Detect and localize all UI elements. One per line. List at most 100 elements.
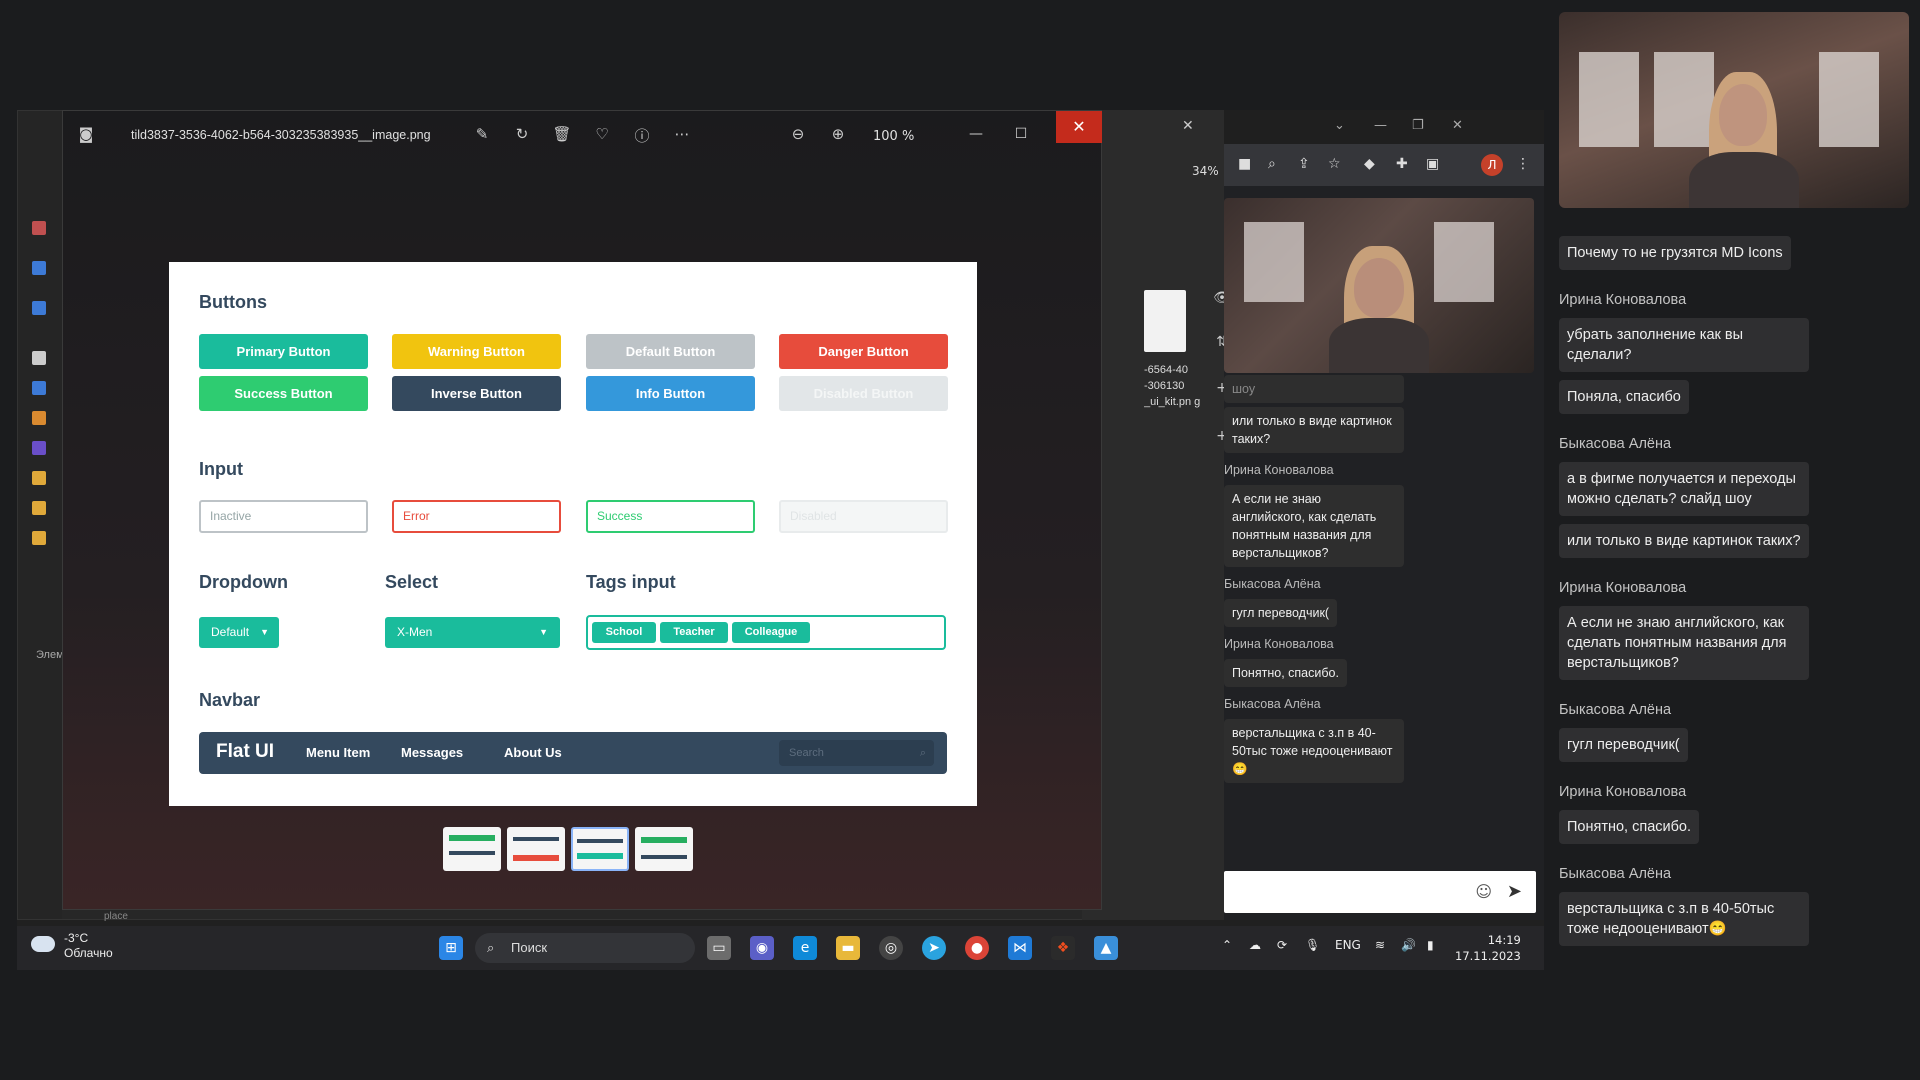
volume-icon[interactable]: 🔊 [1401, 938, 1416, 952]
close-icon[interactable]: ✕ [1182, 118, 1194, 134]
tag-school[interactable]: School [592, 622, 656, 643]
filmstrip-thumb[interactable] [443, 827, 501, 871]
filmstrip-thumb[interactable] [507, 827, 565, 871]
photos-icon[interactable]: ▲ [1094, 936, 1118, 960]
chrome-icon[interactable]: ● [965, 936, 989, 960]
minimize-icon[interactable]: — [1374, 118, 1387, 133]
temperature: -3°C [64, 931, 89, 945]
chat-input[interactable]: ☺ ➤ [1224, 871, 1536, 913]
dropdown-button[interactable]: Default ▼ [199, 617, 279, 648]
zoom-level[interactable]: 100 % [873, 129, 914, 144]
taskbar-search[interactable]: ⌕ Поиск [475, 933, 695, 963]
inactive-input[interactable]: Inactive [199, 500, 368, 533]
inverse-button[interactable]: Inverse Button [392, 376, 561, 411]
tag-teacher[interactable]: Teacher [660, 622, 728, 643]
sidepanel-icon[interactable]: ▣ [1426, 156, 1439, 172]
danger-button[interactable]: Danger Button [779, 334, 948, 369]
navbar-brand[interactable]: Flat UI [216, 741, 274, 763]
task-view-icon[interactable]: ▭ [707, 936, 731, 960]
rotate-icon[interactable]: ↻ [511, 125, 533, 143]
select-value: X-Men [397, 625, 433, 639]
extension-icon[interactable]: ◆ [1364, 156, 1375, 172]
info-button[interactable]: Info Button [586, 376, 755, 411]
start-icon[interactable]: ⊞ [439, 936, 463, 960]
restore-icon[interactable]: ❐ [1412, 118, 1424, 133]
menu-icon[interactable]: ⋮ [1516, 156, 1530, 172]
edge-icon[interactable]: e [793, 936, 817, 960]
folder-icon[interactable] [32, 381, 46, 395]
navbar-search[interactable]: Search ⌕ [779, 740, 934, 766]
default-button[interactable]: Default Button [586, 334, 755, 369]
teams-icon[interactable]: ◉ [750, 936, 774, 960]
file-thumbnail[interactable] [1144, 290, 1186, 352]
cloud-icon[interactable]: ☁ [1249, 938, 1261, 952]
zoom-in-icon[interactable]: ⊕ [827, 125, 849, 143]
heart-icon[interactable]: ♡ [591, 125, 613, 143]
share-icon[interactable]: ⇪ [1298, 156, 1310, 172]
delete-icon[interactable]: 🗑 [551, 125, 573, 143]
language-indicator[interactable]: ENG [1335, 938, 1361, 952]
camera-icon[interactable]: ■ [1238, 156, 1251, 172]
zoom-icon[interactable]: ⌕ [1268, 156, 1276, 172]
chevron-down-icon[interactable]: ⌄ [1334, 118, 1345, 133]
microphone-icon[interactable]: 🎙 [1305, 938, 1320, 952]
folder-icon[interactable]: ▬ [836, 936, 860, 960]
edit-icon[interactable]: ✎ [471, 125, 493, 143]
warning-button[interactable]: Warning Button [392, 334, 561, 369]
sync-icon[interactable]: ⟳ [1277, 938, 1287, 952]
minimize-icon[interactable]: — [958, 119, 994, 149]
maximize-icon[interactable]: ☐ [1003, 119, 1039, 149]
puzzle-icon[interactable]: ✚ [1396, 156, 1408, 172]
select-control[interactable]: X-Men ▼ [385, 617, 560, 648]
more-icon[interactable]: ⋯ [671, 125, 693, 143]
caret-down-icon: ▼ [539, 627, 548, 637]
chat-sender: Ирина Коновалова [1559, 292, 1687, 308]
folder-icon[interactable] [32, 261, 46, 275]
close-icon[interactable]: ✕ [1452, 118, 1463, 133]
close-button[interactable]: ✕ [1056, 111, 1102, 143]
folder-icon[interactable] [32, 441, 46, 455]
info-icon[interactable]: ⓘ [631, 125, 653, 146]
figma-icon[interactable]: ❖ [1051, 936, 1075, 960]
image-viewer-window: ◙ tild3837-3536-4062-b564-303235383935__… [62, 110, 1102, 910]
zoom-out-icon[interactable]: ⊖ [787, 125, 809, 143]
success-button[interactable]: Success Button [199, 376, 368, 411]
dell-icon[interactable]: ◎ [879, 936, 903, 960]
folder-icon[interactable] [32, 501, 46, 515]
filmstrip-thumb-selected[interactable] [571, 827, 629, 871]
navbar-item[interactable]: Messages [401, 745, 463, 760]
system-clock[interactable]: 14:19 17.11.2023 [1455, 932, 1521, 964]
wifi-icon[interactable]: ≋ [1375, 938, 1385, 952]
tags-input[interactable]: School Teacher Colleague [586, 615, 946, 650]
battery-icon[interactable]: ▮ [1427, 938, 1434, 952]
emoji-icon[interactable]: ☺ [1475, 882, 1492, 901]
chat-sender: Ирина Коновалова [1559, 580, 1687, 596]
folder-icon[interactable] [32, 411, 46, 425]
filmstrip-thumb[interactable] [635, 827, 693, 871]
telegram-icon[interactable]: ➤ [922, 936, 946, 960]
primary-button[interactable]: Primary Button [199, 334, 368, 369]
buttons-heading: Buttons [199, 292, 267, 312]
navbar-item[interactable]: Menu Item [306, 745, 370, 760]
folder-icon[interactable] [32, 351, 46, 365]
details-pane: ✕ 34% -6564-40 -306130 _ui_kit.pn g 👁 ⇅ … [1082, 110, 1247, 920]
chat-sender: Быкасова Алёна [1559, 866, 1672, 882]
tag-colleague[interactable]: Colleague [732, 622, 810, 643]
send-icon[interactable]: ➤ [1507, 881, 1522, 902]
folder-icon[interactable] [32, 531, 46, 545]
success-input[interactable]: Success [586, 500, 755, 533]
navbar-item[interactable]: About Us [504, 745, 562, 760]
star-icon[interactable]: ☆ [1328, 156, 1341, 172]
taskbar: -3°C Облачно ⊞ ⌕ Поиск ▭ ◉ e ▬ ◎ ➤ ● ⋈ ❖… [17, 926, 1544, 970]
vscode-icon[interactable]: ⋈ [1008, 936, 1032, 960]
error-input[interactable]: Error [392, 500, 561, 533]
clock-date: 17.11.2023 [1455, 949, 1521, 963]
folder-icon[interactable] [32, 221, 46, 235]
avatar[interactable]: Л [1481, 154, 1503, 176]
zoom-level[interactable]: 34% [1192, 164, 1219, 178]
folder-icon[interactable] [32, 471, 46, 485]
taskbar-search-label: Поиск [511, 940, 548, 955]
chevron-up-icon[interactable]: ⌃ [1222, 938, 1232, 952]
chat-sender: Ирина Коновалова [1224, 463, 1334, 477]
folder-icon[interactable] [32, 301, 46, 315]
